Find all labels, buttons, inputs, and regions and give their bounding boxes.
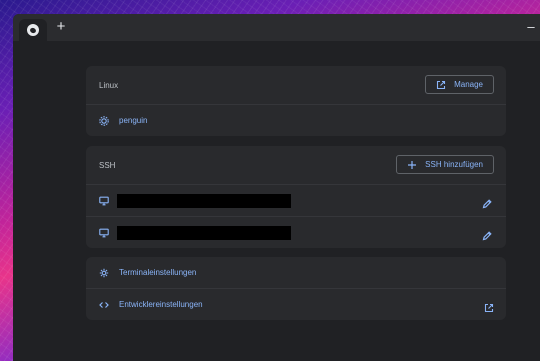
developer-settings-label: Entwicklereinstellungen <box>119 300 203 309</box>
terminal-app-icon <box>27 24 39 36</box>
linux-header-row: Linux Manage <box>86 66 506 104</box>
container-gear-icon <box>99 115 109 126</box>
linux-header: Linux <box>99 80 119 90</box>
ssh-header: SSH <box>99 160 116 170</box>
terminal-window: + – Linux Manage penguin SSH SSH hinzufü… <box>13 14 540 361</box>
redacted-connection-name <box>117 225 291 240</box>
external-link-icon[interactable] <box>484 300 494 312</box>
monitor-icon <box>99 228 109 238</box>
settings-card: Terminaleinstellungen Entwicklereinstell… <box>86 257 506 320</box>
add-ssh-button[interactable]: SSH hinzufügen <box>396 155 494 174</box>
terminal-settings-label: Terminaleinstellungen <box>119 268 197 277</box>
plus-icon <box>408 160 417 169</box>
external-link-icon <box>437 80 446 89</box>
monitor-icon <box>99 196 109 206</box>
settings-content: Linux Manage penguin SSH SSH hinzufügen … <box>13 41 540 361</box>
ssh-header-row: SSH SSH hinzufügen <box>86 146 506 184</box>
tab-bar: + – <box>13 14 540 41</box>
container-row-penguin[interactable]: penguin <box>86 104 506 136</box>
settings-gear-icon <box>99 268 109 278</box>
linux-card: Linux Manage penguin <box>86 66 506 136</box>
ssh-card: SSH SSH hinzufügen <box>86 146 506 248</box>
manage-button[interactable]: Manage <box>425 75 494 94</box>
edit-pencil-icon[interactable] <box>482 228 492 240</box>
edit-pencil-icon[interactable] <box>482 196 492 208</box>
code-icon <box>99 300 109 310</box>
tab-terminal-home[interactable] <box>19 19 47 41</box>
terminal-settings-row[interactable]: Terminaleinstellungen <box>86 257 506 288</box>
developer-settings-row[interactable]: Entwicklereinstellungen <box>86 288 506 320</box>
add-ssh-label: SSH hinzufügen <box>425 160 483 169</box>
new-tab-button[interactable]: + <box>53 18 69 36</box>
ssh-connection-row[interactable] <box>86 216 506 248</box>
manage-label: Manage <box>454 80 483 89</box>
container-name: penguin <box>119 116 148 125</box>
ssh-connection-row[interactable] <box>86 184 506 216</box>
minimize-button[interactable]: – <box>524 18 538 36</box>
redacted-connection-name <box>117 193 291 208</box>
